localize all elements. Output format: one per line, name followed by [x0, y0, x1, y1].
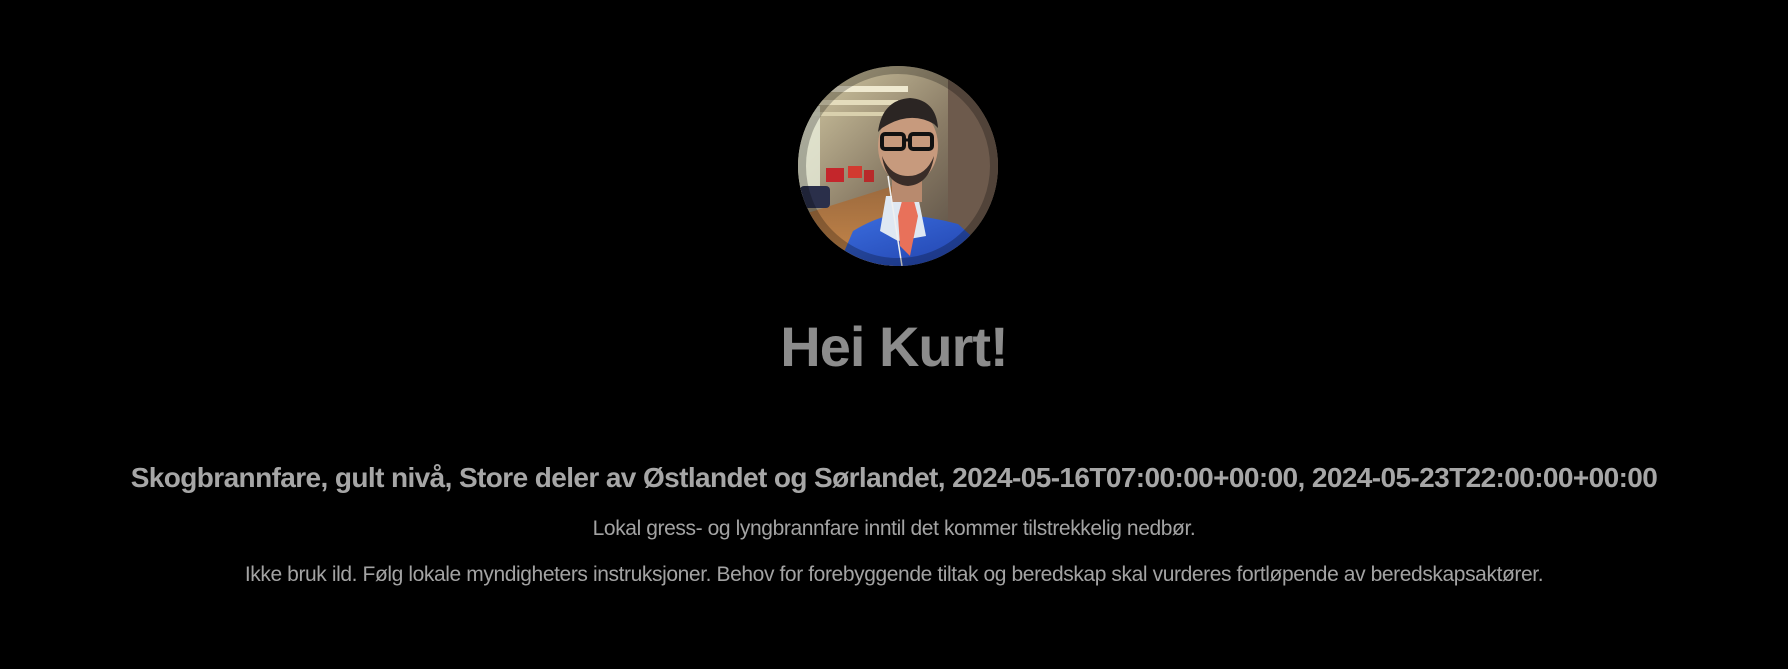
- user-photo-avatar-icon: [798, 66, 998, 266]
- alert-title: Skogbrannfare, gult nivå, Store deler av…: [130, 462, 1658, 493]
- avatar: [798, 66, 998, 266]
- welcome-screen: Hei Kurt! Skogbrannfare, gult nivå, Stor…: [0, 0, 1788, 669]
- alert-description: Lokal gress- og lyngbrannfare inntil det…: [592, 517, 1196, 540]
- alert-instruction: Ikke bruk ild. Følg lokale myndigheters …: [244, 563, 1544, 586]
- greeting-heading: Hei Kurt!: [780, 315, 1008, 378]
